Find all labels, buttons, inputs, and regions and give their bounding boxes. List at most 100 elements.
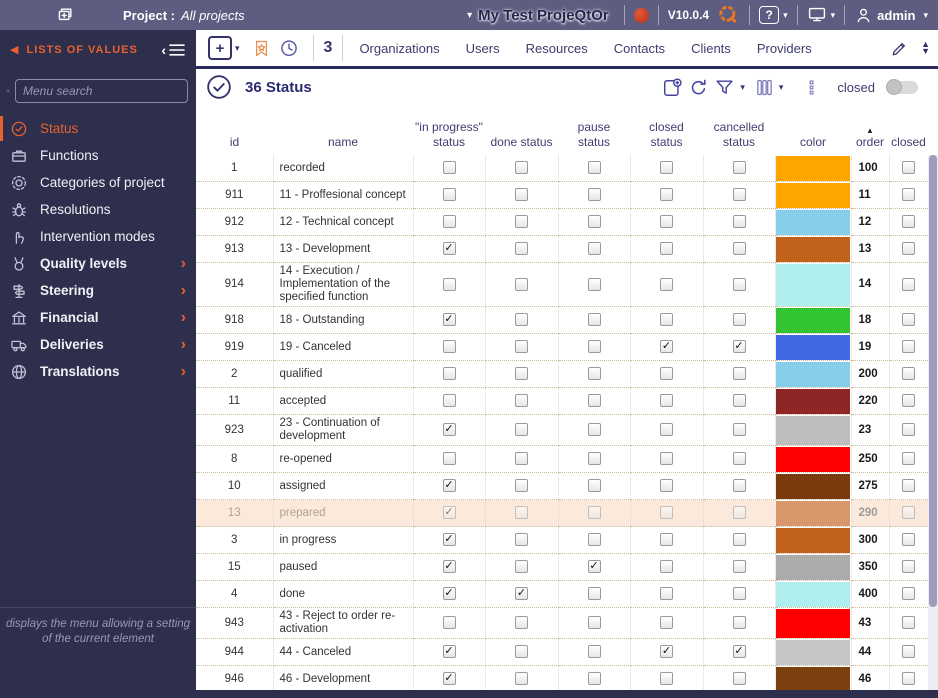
color-swatch[interactable] — [775, 333, 852, 361]
table-row[interactable]: 11 accepted 220 — [196, 387, 928, 415]
pause-checkbox[interactable] — [587, 188, 601, 202]
color-swatch[interactable] — [775, 262, 852, 307]
column-header-name[interactable]: name — [273, 105, 413, 155]
help-caret-icon[interactable]: ▾ — [783, 10, 788, 21]
pause-checkbox[interactable] — [587, 367, 601, 381]
closed-flag-checkbox[interactable] — [902, 506, 916, 520]
pause-checkbox[interactable] — [587, 672, 601, 686]
pause-checkbox[interactable] — [587, 533, 601, 547]
done-checkbox[interactable] — [515, 242, 528, 256]
closed-checkbox[interactable] — [660, 215, 673, 229]
pause-checkbox[interactable] — [587, 277, 601, 291]
cancelled-checkbox[interactable] — [732, 452, 746, 466]
closed-checkbox[interactable] — [660, 394, 673, 408]
closed-checkbox[interactable]: ✓ — [660, 340, 673, 354]
column-header-done[interactable]: done status — [485, 105, 558, 155]
cancelled-checkbox[interactable] — [732, 313, 746, 327]
user-name[interactable]: admin — [877, 8, 915, 23]
closed-checkbox[interactable] — [660, 161, 673, 175]
history-clock-icon[interactable] — [279, 38, 299, 58]
color-swatch[interactable] — [775, 181, 852, 209]
closed-checkbox[interactable] — [660, 533, 673, 547]
done-checkbox[interactable] — [515, 479, 528, 493]
closed-flag-checkbox[interactable] — [902, 313, 916, 327]
done-checkbox[interactable] — [515, 533, 528, 547]
closed-checkbox[interactable] — [660, 672, 673, 686]
done-checkbox[interactable] — [515, 452, 528, 466]
pause-checkbox[interactable] — [587, 479, 601, 493]
table-row[interactable]: 13 prepared ✓ 290 — [196, 499, 928, 527]
cancelled-checkbox[interactable] — [732, 423, 746, 437]
tab-resources[interactable]: Resources — [526, 41, 588, 56]
in-progress-checkbox[interactable]: ✓ — [442, 672, 456, 686]
table-row[interactable]: 918 18 - Outstanding ✓ 18 — [196, 306, 928, 334]
pause-checkbox[interactable] — [587, 215, 601, 229]
pause-checkbox[interactable]: ✓ — [587, 560, 601, 574]
closed-flag-checkbox[interactable] — [902, 560, 916, 574]
sidebar-item-functions[interactable]: Functions — [0, 142, 196, 169]
sidebar-item-categories-of-project[interactable]: Categories of project — [0, 169, 196, 196]
done-checkbox[interactable] — [515, 188, 528, 202]
cancelled-checkbox[interactable] — [732, 479, 746, 493]
in-progress-checkbox[interactable] — [442, 188, 456, 202]
closed-flag-checkbox[interactable] — [902, 452, 916, 466]
cancelled-checkbox[interactable]: ✓ — [732, 645, 746, 659]
pause-checkbox[interactable] — [587, 242, 601, 256]
closed-flag-checkbox[interactable] — [902, 367, 916, 381]
column-header-id[interactable]: id — [196, 105, 273, 155]
color-swatch[interactable] — [775, 387, 852, 415]
closed-flag-checkbox[interactable] — [902, 161, 916, 175]
cancelled-checkbox[interactable] — [732, 242, 746, 256]
column-header-closed[interactable]: closed status — [630, 105, 703, 155]
display-monitor-icon[interactable] — [807, 5, 827, 25]
tab-organizations[interactable]: Organizations — [359, 41, 439, 56]
pause-checkbox[interactable] — [587, 616, 601, 630]
closed-checkbox[interactable] — [660, 423, 673, 437]
tab-providers[interactable]: Providers — [757, 41, 812, 56]
column-header-in-progress[interactable]: "in progress" status — [413, 105, 485, 155]
closed-flag-checkbox[interactable] — [902, 423, 916, 437]
cancelled-checkbox[interactable] — [732, 672, 746, 686]
closed-flag-checkbox[interactable] — [902, 616, 916, 630]
user-caret-icon[interactable]: ▾ — [923, 10, 928, 21]
cancelled-checkbox[interactable] — [732, 188, 746, 202]
cancelled-checkbox[interactable] — [732, 533, 746, 547]
closed-checkbox[interactable] — [660, 277, 673, 291]
done-checkbox[interactable] — [515, 616, 528, 630]
closed-checkbox[interactable] — [660, 313, 673, 327]
sidebar-item-deliveries[interactable]: Deliveries › — [0, 331, 196, 358]
table-row[interactable]: 10 assigned ✓ 275 — [196, 472, 928, 500]
closed-checkbox[interactable] — [660, 479, 673, 493]
in-progress-checkbox[interactable] — [442, 161, 456, 175]
closed-checkbox[interactable] — [660, 367, 673, 381]
closed-checkbox[interactable] — [660, 587, 673, 601]
color-swatch[interactable] — [775, 235, 852, 263]
closed-toggle[interactable] — [886, 78, 918, 95]
in-progress-checkbox[interactable] — [442, 367, 456, 381]
color-swatch[interactable] — [775, 306, 852, 334]
column-header-color[interactable]: color — [775, 105, 851, 155]
closed-checkbox[interactable] — [660, 616, 673, 630]
done-checkbox[interactable] — [515, 645, 528, 659]
cancelled-checkbox[interactable] — [732, 587, 746, 601]
tab-clients[interactable]: Clients — [691, 41, 731, 56]
done-checkbox[interactable] — [515, 367, 528, 381]
pause-checkbox[interactable] — [587, 423, 601, 437]
done-checkbox[interactable] — [515, 560, 528, 574]
table-row[interactable]: 1 recorded 100 — [196, 155, 928, 182]
table-row[interactable]: 919 19 - Canceled ✓ ✓ 19 — [196, 333, 928, 361]
pause-checkbox[interactable] — [587, 340, 601, 354]
in-progress-checkbox[interactable]: ✓ — [442, 423, 456, 437]
closed-flag-checkbox[interactable] — [902, 672, 916, 686]
status-indicator-dot[interactable] — [633, 7, 649, 23]
table-row[interactable]: 2 qualified 200 — [196, 360, 928, 388]
columns-caret-icon[interactable]: ▾ — [779, 82, 784, 93]
cancelled-checkbox[interactable] — [732, 394, 746, 408]
color-swatch[interactable] — [775, 360, 852, 388]
sidebar-item-financial[interactable]: Financial › — [0, 304, 196, 331]
columns-icon[interactable] — [755, 78, 774, 97]
in-progress-checkbox[interactable]: ✓ — [442, 479, 456, 493]
pause-checkbox[interactable] — [587, 161, 601, 175]
pause-checkbox[interactable] — [587, 506, 601, 520]
in-progress-checkbox[interactable]: ✓ — [442, 533, 456, 547]
